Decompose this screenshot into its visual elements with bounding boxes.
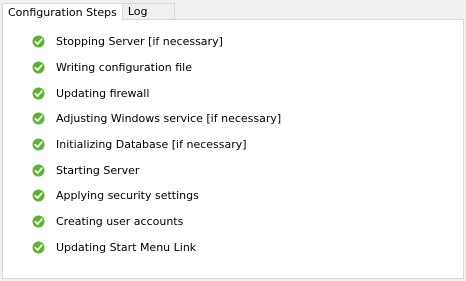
check-icon [32, 189, 45, 202]
tab-log[interactable]: Log [121, 3, 175, 20]
step-label: Applying security settings [56, 189, 199, 203]
check-icon [32, 138, 45, 151]
configuration-steps-panel: Stopping Server [if necessary] Writing c… [2, 19, 464, 279]
step-label: Starting Server [56, 163, 140, 177]
step-label: Writing configuration file [56, 61, 192, 75]
step-label: Adjusting Windows service [if necessary] [56, 112, 282, 126]
check-icon [32, 112, 45, 125]
step-label: Creating user accounts [56, 215, 184, 229]
step-item: Adjusting Windows service [if necessary] [32, 106, 281, 132]
check-icon [32, 35, 45, 48]
step-item: Creating user accounts [32, 209, 281, 235]
step-label: Updating firewall [56, 86, 150, 100]
step-label: Updating Start Menu Link [56, 240, 197, 254]
check-icon [32, 87, 45, 100]
check-icon [32, 241, 45, 254]
step-item: Updating firewall [32, 80, 281, 106]
step-item: Applying security settings [32, 183, 281, 209]
step-label: Initializing Database [if necessary] [56, 138, 247, 152]
step-label: Stopping Server [if necessary] [56, 35, 223, 49]
step-item: Stopping Server [if necessary] [32, 29, 281, 55]
check-icon [32, 164, 45, 177]
check-icon [32, 215, 45, 228]
check-icon [32, 61, 45, 74]
step-item: Writing configuration file [32, 55, 281, 81]
step-item: Updating Start Menu Link [32, 235, 281, 261]
configuration-window: Configuration Steps Log Stopping Server … [0, 0, 466, 281]
tab-configuration-steps[interactable]: Configuration Steps [2, 3, 123, 21]
step-item: Initializing Database [if necessary] [32, 132, 281, 158]
step-list: Stopping Server [if necessary] Writing c… [32, 29, 281, 260]
tab-strip: Configuration Steps Log [2, 2, 175, 21]
step-item: Starting Server [32, 157, 281, 183]
